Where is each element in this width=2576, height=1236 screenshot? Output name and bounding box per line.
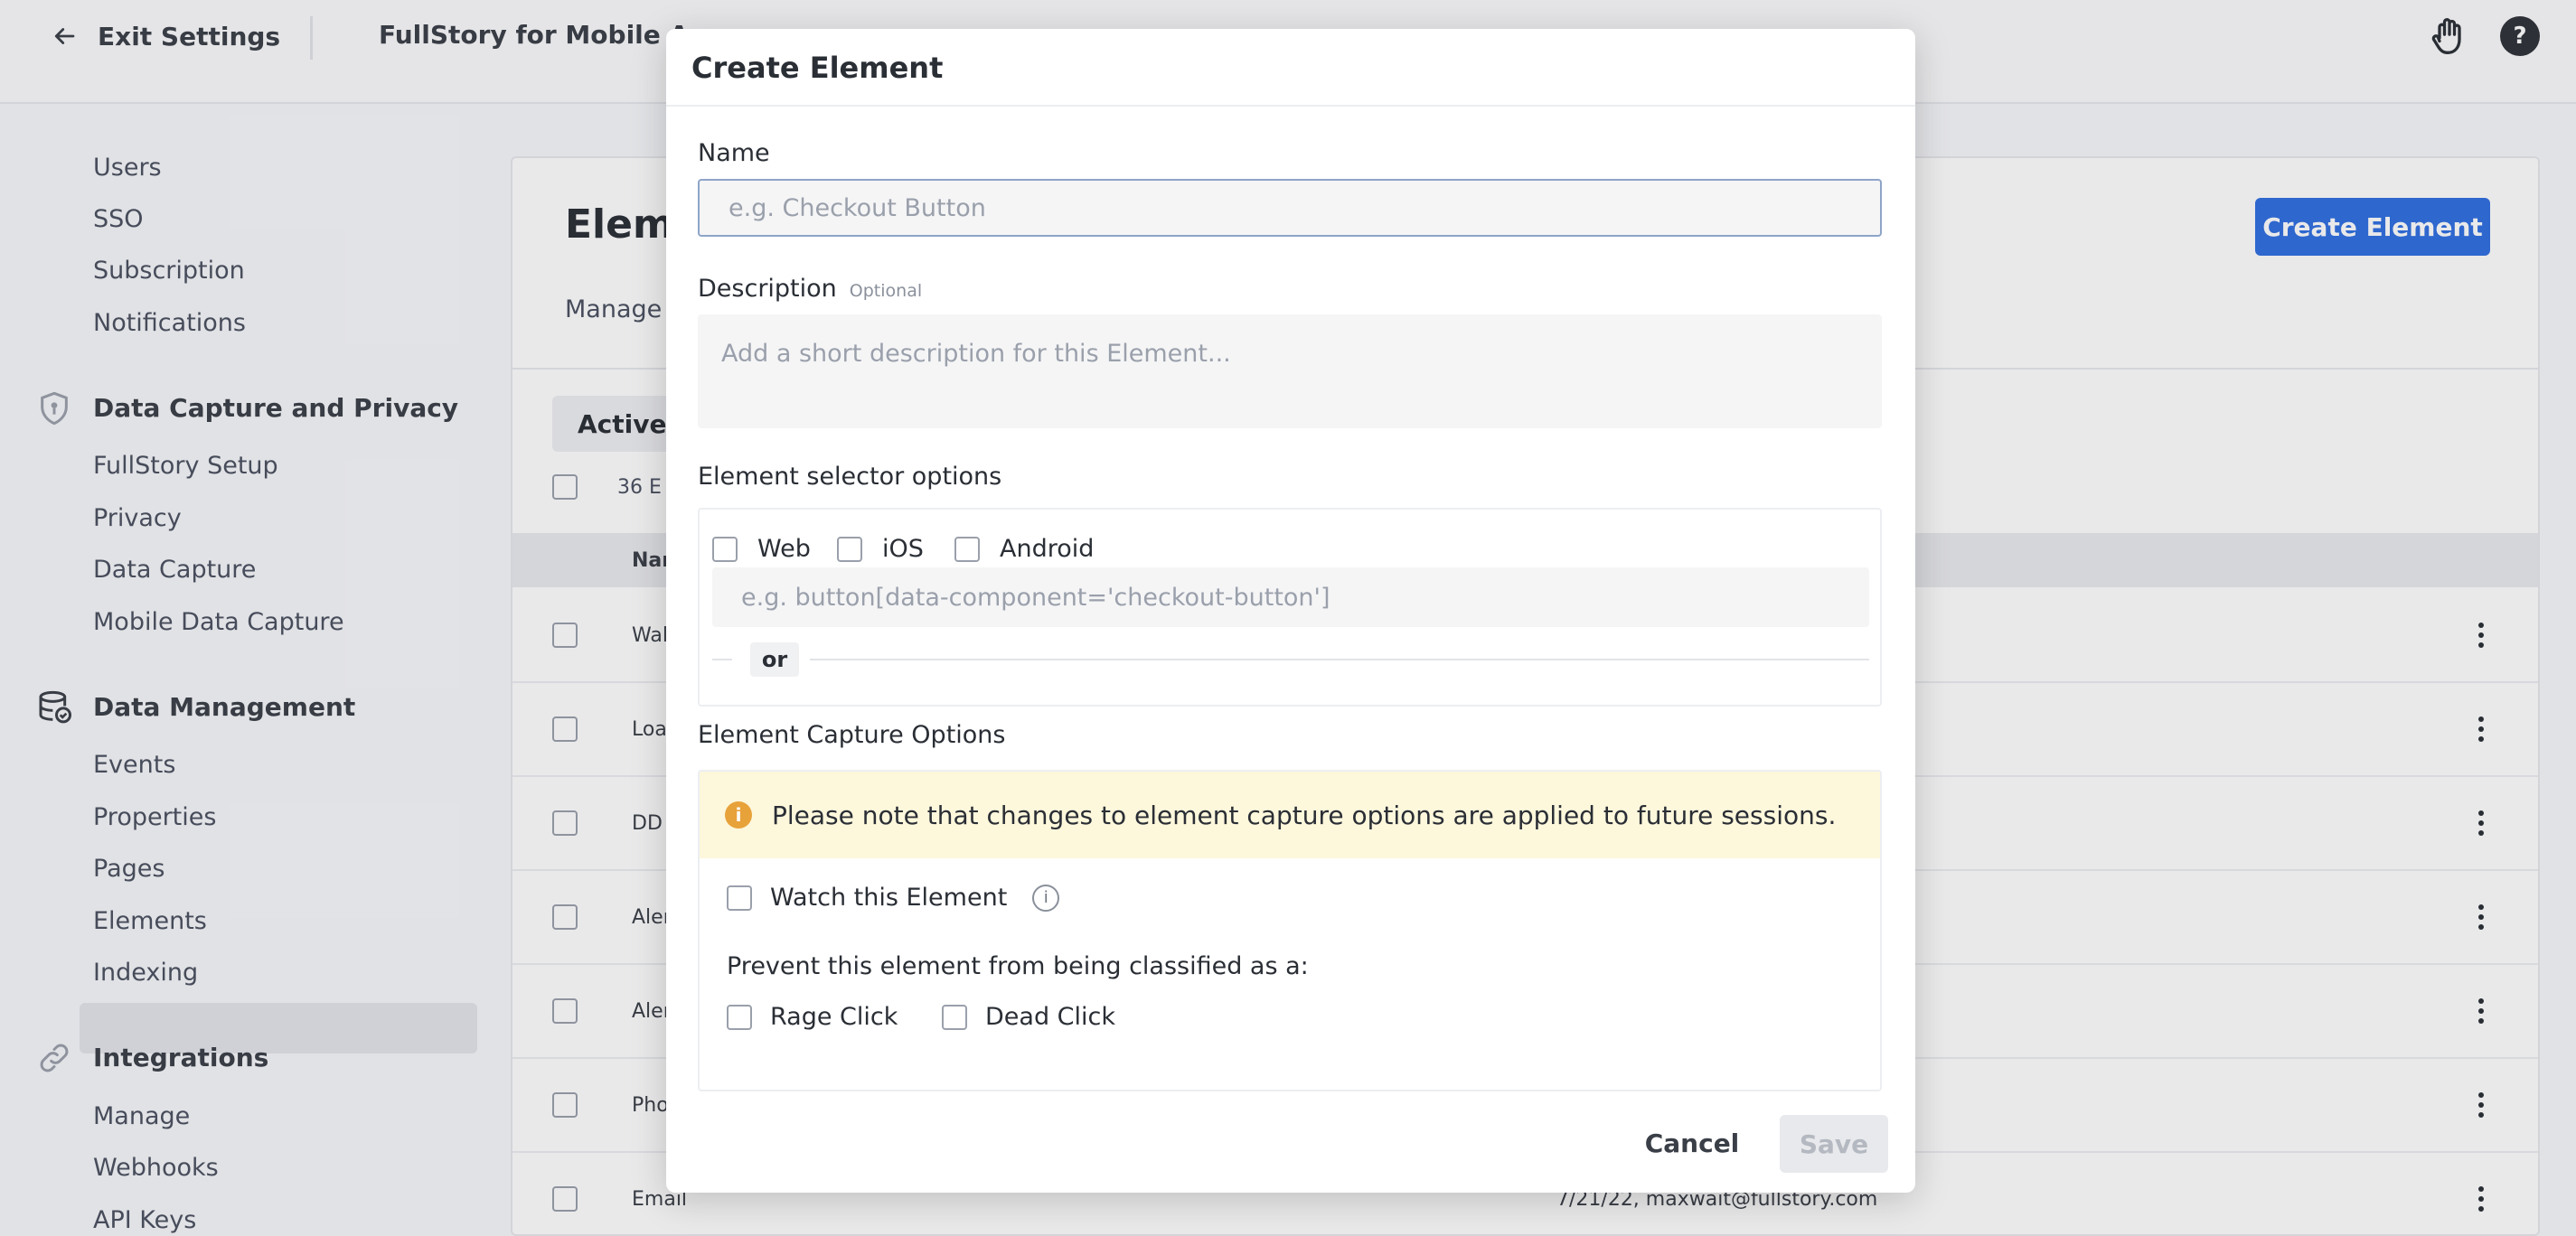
ios-checkbox[interactable] [837,536,862,562]
platform-android-option[interactable]: Android [954,535,1094,563]
web-checkbox[interactable] [712,536,738,562]
capture-options-box: i Please note that changes to element ca… [698,770,1882,1091]
prevent-classification-label: Prevent this element from being classifi… [727,952,1309,980]
selector-input[interactable] [712,567,1869,627]
save-button[interactable]: Save [1780,1115,1888,1173]
rage-click-option[interactable]: Rage Click [727,1003,898,1031]
web-label: Web [757,535,811,563]
dead-click-option[interactable]: Dead Click [942,1003,1115,1031]
rage-click-checkbox[interactable] [727,1004,752,1030]
dialog-title: Create Element [691,51,944,85]
divider [810,659,1869,660]
description-input[interactable] [698,314,1882,428]
info-icon[interactable]: i [1032,884,1060,912]
capture-notice: i Please note that changes to element ca… [700,772,1880,858]
capture-options-label: Element Capture Options [698,721,1006,749]
rage-click-label: Rage Click [770,1003,898,1031]
selector-options-label: Element selector options [698,463,1002,491]
ios-label: iOS [882,535,924,563]
cancel-button[interactable]: Cancel [1633,1117,1751,1169]
name-label: Name [698,139,770,167]
optional-badge: Optional [849,281,923,301]
description-label-row: Description Optional [698,275,922,303]
watch-element-checkbox[interactable] [727,885,752,911]
platform-web-option[interactable]: Web [712,535,811,563]
notice-text: Please note that changes to element capt… [772,800,1837,830]
dead-click-checkbox[interactable] [942,1004,967,1030]
dead-click-label: Dead Click [985,1003,1116,1031]
or-separator: or [750,642,799,677]
watch-element-label: Watch this Element [770,884,1008,912]
description-label: Description [698,275,837,303]
selector-options-box: Web iOS Android or [698,508,1882,707]
android-label: Android [1000,535,1095,563]
divider [666,105,1915,107]
warning-icon: i [725,801,752,829]
android-checkbox[interactable] [954,536,980,562]
name-input[interactable] [698,179,1882,237]
divider [712,659,732,660]
watch-element-option[interactable]: Watch this Element i [727,884,1060,912]
create-element-dialog: Create Element Name DescriptionOptional … [666,29,1915,1193]
platform-ios-option[interactable]: iOS [837,535,924,563]
